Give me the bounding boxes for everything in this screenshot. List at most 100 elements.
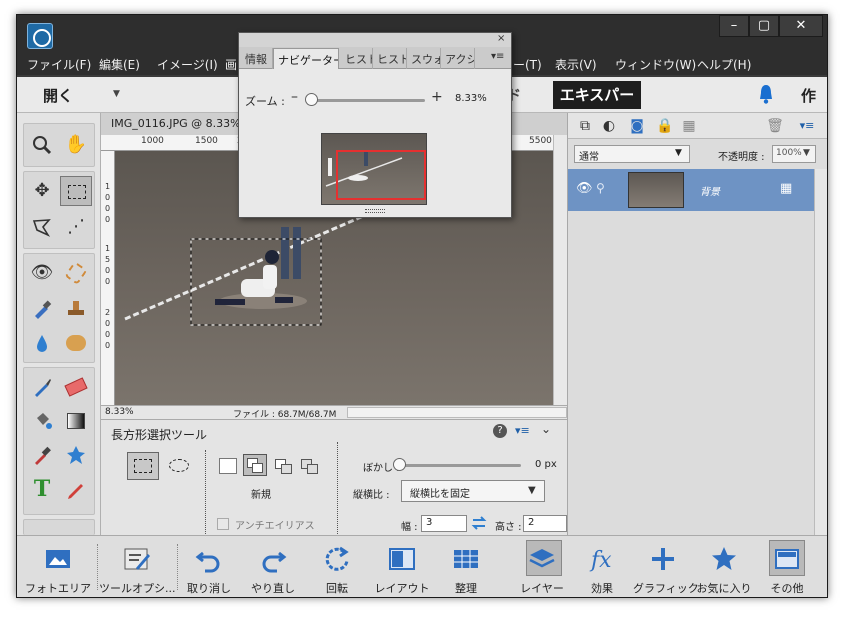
resize-grip[interactable] <box>365 209 385 213</box>
layer-row[interactable]: 👁 ⚲ 背景 ▦ <box>568 169 814 211</box>
layout-button[interactable]: レイアウト <box>369 536 435 597</box>
more-button[interactable]: その他 <box>759 536 815 597</box>
tab-info[interactable]: 情報 <box>241 48 273 69</box>
menu-window[interactable]: ウィンドウ(W) <box>615 56 696 73</box>
panel-menu-icon[interactable]: ▾≡ <box>491 51 504 62</box>
menu-enhance[interactable]: 画 <box>225 56 237 73</box>
zoom-out-icon[interactable]: – <box>291 89 298 105</box>
navigator-zoom-handle[interactable] <box>305 93 318 106</box>
blend-mode-select[interactable]: 通常 ▼ <box>574 145 690 163</box>
clone-stamp-tool-icon[interactable] <box>60 294 92 324</box>
selection-mode-new[interactable] <box>219 458 237 474</box>
rect-marquee-option-button[interactable] <box>127 452 159 480</box>
height-field[interactable]: 2 <box>523 515 567 532</box>
type-tool-icon[interactable]: T <box>26 474 58 504</box>
ellipse-marquee-option-button[interactable] <box>163 452 195 480</box>
quick-selection-tool-icon[interactable]: ⋰ <box>60 212 92 242</box>
gradient-tool-icon[interactable] <box>60 406 92 436</box>
selection-mode-subtract[interactable] <box>273 456 295 476</box>
rectangle-marquee-tool-icon[interactable] <box>60 176 92 206</box>
panel-menu-icon[interactable]: ▾≡ <box>515 424 530 437</box>
tab-history[interactable]: ヒスト <box>373 48 407 69</box>
document-tab[interactable]: IMG_0116.JPG @ 8.33%(R <box>111 117 253 130</box>
tool-options-button[interactable]: ツールオプシ... <box>99 536 176 597</box>
layer-name[interactable]: 背景 <box>700 183 720 198</box>
pencil-tool-icon[interactable] <box>60 474 92 504</box>
favorites-button[interactable]: お気に入り <box>695 536 753 597</box>
close-icon[interactable]: × <box>497 33 505 44</box>
ruler-vertical: 1000 1500 2000 <box>101 151 115 405</box>
lock-transparent-icon[interactable]: ▦ <box>680 117 698 135</box>
zoom-tool-icon[interactable] <box>26 130 58 160</box>
selection-mode-intersect[interactable] <box>299 456 321 476</box>
eraser-tool-icon[interactable] <box>60 372 92 402</box>
tab-swatches[interactable]: スウォ <box>407 48 441 69</box>
graphics-button[interactable]: グラフィック <box>633 536 699 597</box>
canvas-horizontal-scrollbar[interactable] <box>347 407 567 418</box>
menu-file[interactable]: ファイル(F) <box>27 56 91 73</box>
custom-shape-tool-icon[interactable] <box>60 440 92 470</box>
lock-layer-icon[interactable]: ▦ <box>780 181 792 196</box>
blur-tool-icon[interactable] <box>26 328 58 358</box>
paint-bucket-tool-icon[interactable] <box>26 406 58 436</box>
zoom-in-icon[interactable]: + <box>431 89 443 105</box>
feather-slider[interactable] <box>397 464 521 467</box>
navigator-panel-header[interactable]: × <box>239 33 511 47</box>
lasso-tool-icon[interactable] <box>26 212 58 242</box>
chevron-down-icon[interactable]: ▼ <box>113 89 120 99</box>
feather-slider-handle[interactable] <box>393 458 406 471</box>
spot-healing-tool-icon[interactable] <box>60 258 92 288</box>
antialias-checkbox[interactable] <box>217 518 229 530</box>
eyedropper-tool-icon[interactable] <box>26 440 58 470</box>
navigator-view-rectangle[interactable] <box>336 150 426 200</box>
selection-mode-add[interactable] <box>243 454 267 476</box>
navigator-thumbnail[interactable] <box>321 133 427 205</box>
undo-button[interactable]: 取り消し <box>177 536 241 597</box>
smart-brush-tool-icon[interactable] <box>26 294 58 324</box>
move-tool-icon[interactable]: ✥ <box>26 176 58 206</box>
width-field[interactable]: 3 <box>421 515 467 532</box>
red-eye-tool-icon[interactable]: 👁 <box>26 258 58 288</box>
redo-button[interactable]: やり直し <box>241 536 305 597</box>
mode-expert-button[interactable]: エキスパート <box>553 81 641 132</box>
trash-icon[interactable]: 🗑 <box>766 117 784 135</box>
minimize-button[interactable]: – <box>719 15 749 37</box>
sponge-tool-icon[interactable] <box>60 328 92 358</box>
menu-help[interactable]: ヘルプ(H) <box>697 56 751 73</box>
menu-view[interactable]: 表示(V) <box>555 56 597 73</box>
hand-tool-icon[interactable]: ✋ <box>60 130 92 160</box>
menu-edit[interactable]: 編集(E) <box>99 56 140 73</box>
swap-dimensions-icon[interactable] <box>471 514 487 532</box>
navigator-zoom-slider[interactable] <box>309 99 425 102</box>
close-window-button[interactable]: ✕ <box>779 15 823 37</box>
layers-button[interactable]: レイヤー <box>509 536 575 597</box>
panel-menu-icon[interactable]: ▾≡ <box>798 117 816 135</box>
organizer-button[interactable]: 整理 <box>435 536 497 597</box>
maximize-button[interactable]: ▢ <box>749 15 779 37</box>
menu-filter[interactable]: ー(T) <box>513 56 542 73</box>
layer-mask-icon[interactable]: ◙ <box>628 117 646 135</box>
help-icon[interactable]: ? <box>493 424 507 438</box>
adjustment-layer-icon[interactable]: ◐ <box>600 117 618 135</box>
new-layer-icon[interactable]: ⧉ <box>576 117 594 135</box>
layers-scrollbar[interactable] <box>814 169 827 535</box>
rotate-button[interactable]: 回転 <box>305 536 369 597</box>
tool-options-icon <box>124 548 150 570</box>
brush-tool-icon[interactable] <box>26 372 58 402</box>
create-button[interactable]: 作 <box>801 85 816 106</box>
eye-visibility-icon[interactable]: 👁 <box>576 181 593 196</box>
tab-histogram[interactable]: ヒスト <box>341 48 373 69</box>
opacity-field[interactable]: 100% ▼ <box>772 145 816 163</box>
tab-navigator[interactable]: ナビゲーター <box>273 48 339 69</box>
effects-button[interactable]: fx 効果 <box>577 536 627 597</box>
photo-bin-button[interactable]: フォトエリア <box>23 536 93 597</box>
tab-actions[interactable]: アクシ <box>441 48 475 69</box>
canvas-vertical-scrollbar[interactable] <box>553 135 567 405</box>
bell-icon[interactable] <box>757 83 775 105</box>
menu-image[interactable]: イメージ(I) <box>157 56 218 73</box>
collapse-icon[interactable]: ⌄ <box>541 422 551 436</box>
open-button[interactable]: 開く <box>43 85 73 106</box>
aspect-ratio-select[interactable]: 縦横比を固定 ▼ <box>401 480 545 502</box>
lock-all-icon[interactable]: 🔒 <box>656 117 674 135</box>
layout-label: レイアウト <box>374 582 430 595</box>
